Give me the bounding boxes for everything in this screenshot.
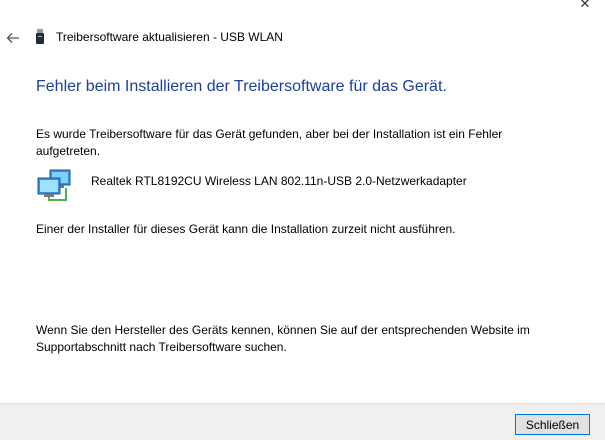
installer-error-message: Einer der Installer für dieses Gerät kan… <box>36 222 456 236</box>
device-name: Realtek RTL8192CU Wireless LAN 802.11n-U… <box>91 174 467 188</box>
back-arrow-icon[interactable] <box>5 30 21 46</box>
window-close-button[interactable]: ✕ <box>571 0 599 14</box>
close-button[interactable]: Schließen <box>515 414 590 435</box>
manufacturer-hint: Wenn Sie den Hersteller des Geräts kenne… <box>36 323 530 354</box>
error-heading: Fehler beim Installieren der Treibersoft… <box>36 78 447 95</box>
dialog-title: Treibersoftware aktualisieren - USB WLAN <box>56 30 283 44</box>
driver-update-dialog: ✕ Treibersoftware aktualisieren - USB WL… <box>0 0 605 440</box>
device-entry: Realtek RTL8192CU Wireless LAN 802.11n-U… <box>36 168 576 204</box>
network-adapter-icon <box>37 169 71 201</box>
usb-device-icon <box>36 29 44 44</box>
title-bar: Treibersoftware aktualisieren - USB WLAN <box>0 26 605 50</box>
error-description: Es wurde Treibersoftware für das Gerät g… <box>36 127 503 158</box>
dialog-footer: Schließen <box>0 403 605 440</box>
close-icon: ✕ <box>579 0 591 11</box>
